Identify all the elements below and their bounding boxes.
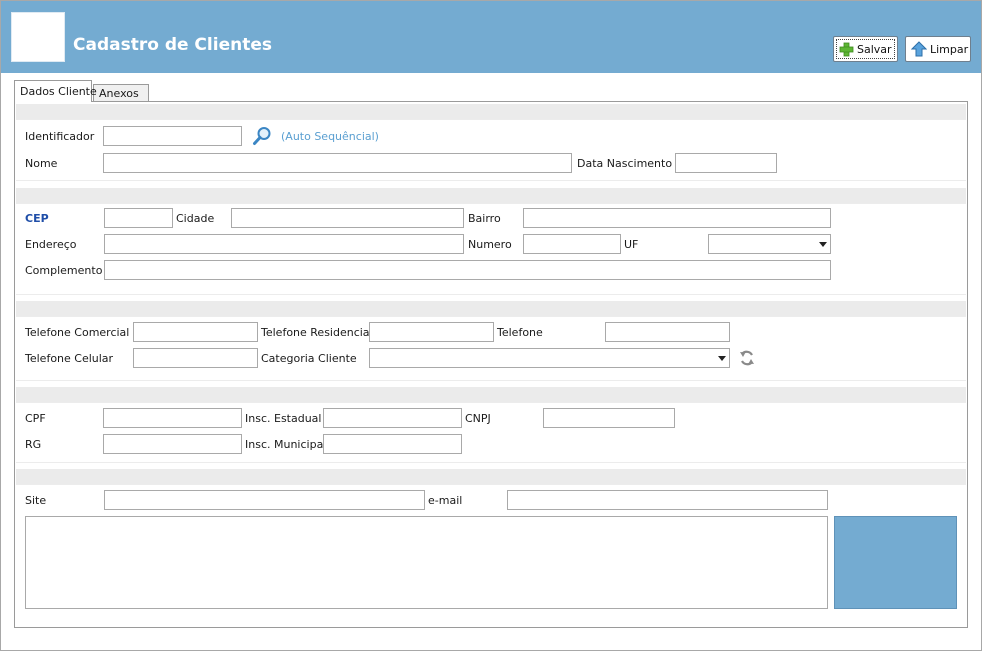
section-divider bbox=[16, 294, 966, 295]
number-field[interactable] bbox=[523, 234, 621, 254]
mobile-phone-field[interactable] bbox=[133, 348, 258, 368]
mobile-phone-label: Telefone Celular bbox=[25, 352, 114, 365]
city-registration-field[interactable] bbox=[323, 434, 462, 454]
section-band-identification bbox=[16, 104, 966, 119]
section-divider bbox=[16, 119, 966, 120]
rg-label: RG bbox=[25, 438, 42, 451]
city-registration-label: Insc. Municipal bbox=[245, 438, 327, 451]
magnifier-icon[interactable] bbox=[252, 126, 272, 146]
district-field[interactable] bbox=[523, 208, 831, 228]
cnpj-field[interactable] bbox=[543, 408, 675, 428]
client-registration-window: Cadastro de Clientes Salvar Limpar Dados… bbox=[0, 0, 982, 651]
tab-anexos[interactable]: Anexos bbox=[93, 84, 149, 102]
residential-phone-label: Telefone Residencial bbox=[261, 326, 373, 339]
clear-button[interactable]: Limpar bbox=[905, 36, 971, 62]
cep-label: CEP bbox=[25, 212, 49, 225]
section-band-address bbox=[16, 188, 966, 203]
notes-textarea[interactable] bbox=[25, 516, 828, 609]
street-label: Endereço bbox=[25, 238, 77, 251]
site-label: Site bbox=[25, 494, 47, 507]
plus-icon bbox=[839, 42, 854, 56]
city-field[interactable] bbox=[231, 208, 464, 228]
complement-field[interactable] bbox=[104, 260, 831, 280]
cep-field[interactable] bbox=[104, 208, 173, 228]
name-label: Nome bbox=[25, 157, 58, 170]
section-band-phones bbox=[16, 301, 966, 316]
name-field[interactable] bbox=[103, 153, 572, 173]
number-label: Numero bbox=[468, 238, 512, 251]
cpf-field[interactable] bbox=[103, 408, 242, 428]
header-bar: Cadastro de Clientes Salvar Limpar bbox=[1, 1, 981, 73]
section-band-web bbox=[16, 469, 966, 484]
phone-field[interactable] bbox=[605, 322, 730, 342]
section-divider bbox=[16, 402, 966, 403]
up-arrow-icon bbox=[911, 41, 927, 57]
birth-date-label: Data Nascimento bbox=[577, 157, 673, 170]
cnpj-label: CNPJ bbox=[465, 412, 491, 425]
section-divider bbox=[16, 316, 966, 317]
save-button-label: Salvar bbox=[857, 42, 892, 56]
phone-label: Telefone bbox=[497, 326, 543, 339]
auto-sequential-hint: (Auto Sequêncial) bbox=[281, 130, 379, 143]
refresh-icon[interactable] bbox=[738, 349, 756, 367]
commercial-phone-label: Telefone Comercial bbox=[25, 326, 130, 339]
complement-label: Complemento bbox=[25, 264, 103, 277]
cpf-label: CPF bbox=[25, 412, 46, 425]
street-field[interactable] bbox=[104, 234, 464, 254]
save-button[interactable]: Salvar bbox=[833, 36, 898, 62]
section-divider bbox=[16, 180, 966, 181]
email-label: e-mail bbox=[428, 494, 463, 507]
chevron-down-icon bbox=[718, 356, 726, 361]
id-field[interactable] bbox=[103, 126, 242, 146]
district-label: Bairro bbox=[468, 212, 501, 225]
section-divider bbox=[16, 462, 966, 463]
tab-dados-cliente[interactable]: Dados Cliente bbox=[14, 80, 97, 102]
email-field[interactable] bbox=[507, 490, 828, 510]
id-label: Identificador bbox=[25, 130, 95, 143]
site-field[interactable] bbox=[104, 490, 425, 510]
page-title: Cadastro de Clientes bbox=[73, 35, 272, 55]
uf-label: UF bbox=[624, 238, 639, 251]
category-select[interactable] bbox=[369, 348, 730, 368]
rg-field[interactable] bbox=[103, 434, 242, 454]
chevron-down-icon bbox=[819, 242, 827, 247]
city-label: Cidade bbox=[176, 212, 215, 225]
clear-button-label: Limpar bbox=[930, 42, 969, 56]
tab-panel: Identificador (Auto Sequêncial) Nome Dat… bbox=[14, 101, 968, 628]
state-registration-field[interactable] bbox=[323, 408, 462, 428]
residential-phone-field[interactable] bbox=[369, 322, 494, 342]
section-divider bbox=[16, 484, 966, 485]
photo-placeholder[interactable] bbox=[834, 516, 957, 609]
section-divider bbox=[16, 203, 966, 204]
commercial-phone-field[interactable] bbox=[133, 322, 258, 342]
logo-placeholder bbox=[11, 12, 65, 62]
section-band-documents bbox=[16, 387, 966, 402]
section-divider bbox=[16, 380, 966, 381]
birth-date-field[interactable] bbox=[675, 153, 777, 173]
category-label: Categoria Cliente bbox=[261, 352, 357, 365]
uf-select[interactable] bbox=[708, 234, 831, 254]
state-registration-label: Insc. Estadual bbox=[245, 412, 322, 425]
